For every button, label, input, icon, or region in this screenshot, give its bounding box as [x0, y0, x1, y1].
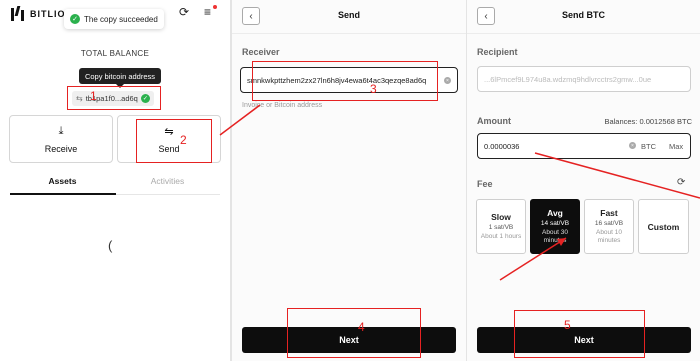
- app-logo: BITLIO: [10, 6, 66, 22]
- copied-check-icon: ✓: [140, 94, 150, 103]
- asset-tabs: Assets Activities: [10, 176, 220, 194]
- tutorial-screenshot: BITLIO ✓ The copy succeeded ⟳ ≡ TOTAL BA…: [0, 0, 700, 361]
- fee-rate: 1 sat/VB: [488, 224, 514, 231]
- annotation-number-1: 1: [90, 89, 97, 103]
- menu-icon[interactable]: ≡: [204, 5, 211, 19]
- refresh-icon[interactable]: ⟳: [179, 5, 189, 19]
- next-button[interactable]: Next: [242, 327, 456, 353]
- annotation-number-2: 2: [180, 133, 187, 147]
- amount-unit: BTC: [641, 142, 656, 151]
- fee-name: Slow: [491, 212, 511, 222]
- total-balance-label: TOTAL BALANCE: [80, 49, 150, 58]
- address-chip[interactable]: ⇆ tb1pa1f0...ad6q ✓: [72, 91, 154, 106]
- toast-text: The copy succeeded: [84, 14, 158, 24]
- fee-time: About 10 minutes: [595, 229, 623, 244]
- check-icon: ✓: [70, 14, 80, 24]
- annotation-number-4: 4: [358, 320, 365, 334]
- send-screen: ‹ Send Receiver smnkwkpttzhem2zx27ln6h8j…: [232, 0, 466, 361]
- receive-label: Receive: [44, 143, 78, 154]
- fee-label: Fee: [477, 179, 493, 189]
- logo-icon: [10, 6, 26, 22]
- header-divider: [232, 33, 466, 34]
- fee-rate: 14 sat/VB: [540, 220, 570, 227]
- fee-name: Avg: [547, 208, 563, 218]
- fee-rate: 16 sat/VB: [594, 220, 624, 227]
- fee-option-slow[interactable]: Slow 1 sat/VB About 1 hours: [476, 199, 526, 254]
- annotation-number-3: 3: [370, 82, 377, 96]
- download-icon: ⤓: [58, 124, 64, 137]
- refresh-fee-icon[interactable]: ⟳: [677, 177, 685, 188]
- clear-icon[interactable]: ×: [444, 77, 451, 84]
- send-button[interactable]: ⇋ Send: [117, 115, 221, 163]
- recipient-label: Recipient: [477, 47, 518, 57]
- copy-icon: ⇆: [76, 94, 83, 103]
- send-label: Send: [158, 143, 180, 154]
- recipient-input[interactable]: ...6lPmcef9L974u8a.wdzmq9hdlvrcctrs2gmw.…: [477, 66, 691, 92]
- recipient-value: ...6lPmcef9L974u8a.wdzmq9hdlvrcctrs2gmw.…: [484, 74, 652, 84]
- transfer-icon: ⇋: [164, 125, 174, 138]
- fee-option-fast[interactable]: Fast 16 sat/VB About 10 minutes: [584, 199, 634, 254]
- page-title: Send: [337, 10, 360, 20]
- loading-icon: (: [108, 238, 113, 253]
- receiver-label: Receiver: [242, 47, 280, 57]
- tab-assets[interactable]: Assets: [10, 176, 115, 194]
- receive-button[interactable]: ⤓ Receive: [9, 115, 113, 163]
- fee-time: About 1 hours: [480, 233, 522, 240]
- balances-text: Balances: 0.0012568 BTC: [604, 117, 692, 126]
- copy-success-toast: ✓ The copy succeeded: [64, 9, 164, 29]
- header-divider: [467, 33, 700, 34]
- wallet-home-screen: BITLIO ✓ The copy succeeded ⟳ ≡ TOTAL BA…: [0, 0, 230, 361]
- send-btc-screen: ‹ Send BTC Recipient ...6lPmcef9L974u8a.…: [467, 0, 700, 361]
- receiver-input[interactable]: smnkwkpttzhem2zx27ln6h8jv4ewa6t4ac3qezqe…: [240, 67, 458, 93]
- tab-activities[interactable]: Activities: [115, 176, 220, 194]
- amount-input[interactable]: 0.0000036: [477, 133, 691, 159]
- active-tab-indicator: [10, 193, 116, 195]
- receiver-helper-text: Invoice or Bitcoin address: [242, 102, 323, 109]
- next-button[interactable]: Next: [477, 327, 691, 353]
- amount-label: Amount: [477, 116, 511, 126]
- notification-dot: [213, 5, 217, 9]
- receiver-value: smnkwkpttzhem2zx27ln6h8jv4ewa6t4ac3qezqe…: [247, 75, 427, 85]
- max-button[interactable]: Max: [669, 142, 683, 151]
- fee-option-avg[interactable]: Avg 14 sat/VB About 30 minutes: [530, 199, 580, 254]
- fee-option-custom[interactable]: Custom: [638, 199, 689, 254]
- app-name: BITLIO: [30, 9, 66, 19]
- page-title: Send BTC: [561, 10, 605, 20]
- clear-icon[interactable]: ×: [629, 142, 636, 149]
- annotation-number-5: 5: [564, 318, 571, 332]
- copy-address-tooltip: Copy bitcoin address: [79, 68, 161, 88]
- fee-time: About 30 minutes: [541, 229, 569, 244]
- amount-value: 0.0000036: [484, 141, 520, 151]
- fee-name: Fast: [600, 208, 618, 218]
